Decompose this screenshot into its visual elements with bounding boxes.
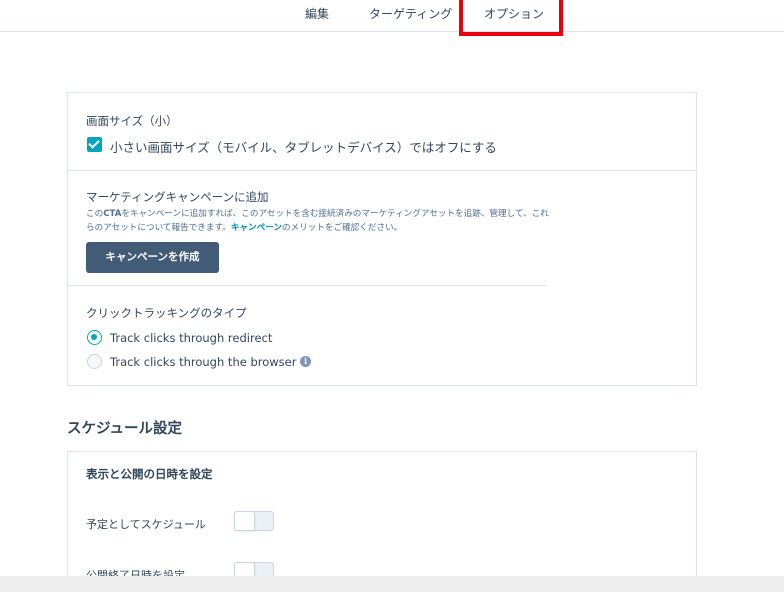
schedule-toggle-label: 予定としてスケジュール: [86, 518, 206, 531]
bottom-strip: [0, 576, 784, 592]
campaign-link[interactable]: キャンペーン: [231, 223, 282, 233]
tab-edit[interactable]: 編集: [305, 0, 329, 31]
campaign-desc-text: のメリットをご確認ください。: [281, 223, 403, 233]
campaign-label: マーケティングキャンペーンに追加: [86, 190, 269, 204]
tab-options-highlight-box: [459, 0, 563, 36]
radio-redirect[interactable]: [87, 330, 102, 345]
divider: [68, 285, 547, 286]
small-screen-checkbox-label[interactable]: 小さい画面サイズ（モバイル、タブレットデバイス）ではオフにする: [110, 137, 497, 156]
schedule-card-title: 表示と公開の日時を設定: [86, 467, 213, 481]
radio-redirect-label[interactable]: Track clicks through redirect: [110, 331, 272, 345]
radio-browser[interactable]: [87, 354, 102, 369]
radio-browser-label[interactable]: Track clicks through the browser: [110, 355, 296, 369]
schedule-card: 表示と公開の日時を設定 予定としてスケジュール 公開終了日時を設定: [67, 451, 697, 592]
toggle-knob: [234, 511, 255, 531]
schedule-heading: スケジュール設定: [67, 421, 182, 437]
screen-size-label: 画面サイズ（小）: [86, 114, 178, 128]
campaign-desc-cta: CTA: [103, 209, 122, 219]
divider: [68, 170, 696, 171]
schedule-toggle[interactable]: [234, 511, 274, 531]
small-screen-checkbox[interactable]: [87, 137, 102, 152]
info-icon[interactable]: i: [300, 356, 311, 367]
campaign-desc-text: この: [86, 209, 104, 219]
create-campaign-button[interactable]: キャンペーンを作成: [86, 242, 219, 273]
click-tracking-label: クリックトラッキングのタイプ: [86, 306, 247, 320]
tab-bar: 編集 ターゲティング オプション: [0, 0, 784, 36]
tab-targeting[interactable]: ターゲティング: [369, 0, 452, 31]
options-card: 画面サイズ（小） 小さい画面サイズ（モバイル、タブレットデバイス）ではオフにする…: [67, 92, 697, 386]
campaign-description: このCTAをキャンペーンに追加すれば、このアセットを含む接続済みのマーケティング…: [86, 207, 556, 235]
